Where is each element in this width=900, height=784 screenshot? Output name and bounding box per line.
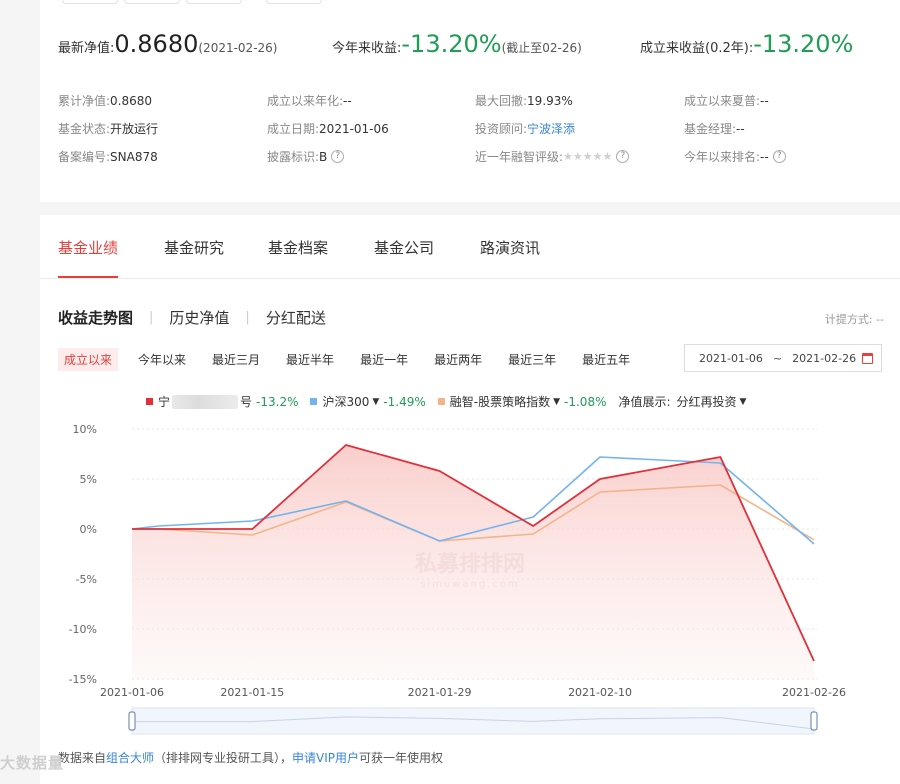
attr-disclosure: 披露标识: B? — [267, 148, 345, 165]
attr-cum-nav: 累计净值: 0.8680 — [58, 93, 153, 109]
ytd-value: -13.20% — [401, 30, 502, 58]
x-tick-label: 2021-02-26 — [782, 686, 846, 699]
apply-vip-link[interactable]: 申请VIP用户 — [292, 751, 359, 765]
attr-rating: 近一年融智评级: ★★★★★? — [475, 148, 630, 165]
y-tick-label: -5% — [76, 573, 97, 586]
data-source-note: 数据来自组合大师（排排网专业投研工具），申请VIP用户可获一年使用权 — [58, 751, 444, 765]
performance-card: 基金业绩 基金研究 基金档案 基金公司 路演资讯 收益走势图 | 历史净值 | … — [40, 215, 900, 784]
attr-sharpe: 成立以来夏普: -- — [684, 93, 769, 109]
top-button[interactable] — [62, 0, 118, 4]
ytd-return: 今年来收益: -13.20% (截止至02-26) — [332, 30, 582, 58]
zoom-handle-left[interactable] — [128, 711, 136, 731]
attr-rank: 今年以来排名: --? — [684, 148, 786, 165]
fund-summary-card: 最新净值: 0.8680 (2021-02-26) 今年来收益: -13.20%… — [40, 0, 900, 202]
y-tick-label: 0% — [80, 523, 97, 536]
y-tick-label: 5% — [80, 473, 97, 486]
x-tick-label: 2021-01-06 — [100, 686, 164, 699]
top-button[interactable] — [124, 0, 180, 4]
attr-record-no: 备案编号: SNA878 — [58, 149, 158, 165]
y-tick-label: 10% — [73, 423, 97, 436]
star-rating-icon: ★★★★★ — [563, 150, 613, 163]
attr-max-drawdown: 最大回撤: 19.93% — [475, 93, 573, 109]
attr-status: 基金状态: 开放运行 — [58, 122, 159, 136]
corner-watermark: 大数据量 — [0, 754, 65, 772]
x-tick-label: 2021-01-15 — [220, 686, 284, 699]
top-button[interactable] — [186, 0, 242, 4]
help-icon[interactable]: ? — [772, 150, 786, 163]
y-tick-label: -10% — [69, 623, 97, 636]
nav-value: 0.8680 — [114, 30, 199, 58]
attr-manager: 基金经理: -- — [684, 121, 745, 137]
zoom-slider-track — [131, 707, 815, 735]
return-trend-chart: 10%5%0%-5%-10%-15% 私募排排网simuwang.com 202… — [69, 423, 846, 735]
zoom-handle-right[interactable] — [810, 711, 818, 731]
y-tick-label: -15% — [69, 673, 97, 686]
attr-inception-date: 成立日期: 2021-01-06 — [267, 121, 389, 137]
since-inception-return: 成立来收益(0.2年): -13.20% — [640, 30, 854, 58]
help-icon[interactable]: ? — [331, 150, 345, 163]
latest-nav: 最新净值: 0.8680 (2021-02-26) — [58, 30, 278, 58]
fund-area — [132, 445, 814, 679]
attr-advisor[interactable]: 投资顾问: 宁波泽添 — [475, 120, 575, 137]
x-tick-label: 2021-01-29 — [408, 686, 472, 699]
x-tick-label: 2021-02-10 — [568, 686, 632, 699]
help-icon[interactable]: ? — [616, 150, 630, 163]
attr-annualized: 成立以来年化: -- — [267, 93, 352, 109]
kpi-row: 最新净值: 0.8680 (2021-02-26) 今年来收益: -13.20%… — [58, 30, 900, 62]
since-value: -13.20% — [753, 30, 854, 58]
top-button[interactable] — [266, 0, 322, 4]
combo-master-link[interactable]: 组合大师 — [106, 751, 154, 765]
advisor-link[interactable]: 宁波泽添 — [527, 120, 575, 137]
